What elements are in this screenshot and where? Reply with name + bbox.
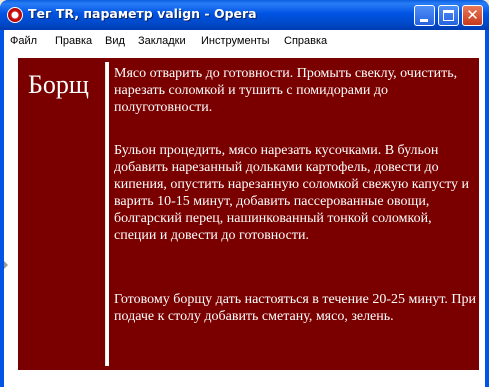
menu-help[interactable]: Справка — [284, 35, 327, 47]
browser-window: Тег TR, параметр valign - Opera ✕ Файл П… — [0, 0, 489, 387]
menu-view[interactable]: Вид — [105, 35, 125, 47]
menu-bookmarks[interactable]: Закладки — [138, 35, 186, 47]
recipe-table: Борщ Мясо отварить до готовности. Промыт… — [18, 58, 479, 370]
maximize-icon — [443, 10, 454, 21]
menu-bar: Файл Правка Вид Закладки Инструменты Спр… — [4, 30, 485, 50]
instruction-paragraph: Мясо отварить до готовности. Промыть све… — [114, 66, 458, 115]
close-icon: ✕ — [466, 6, 479, 24]
minimize-icon — [420, 19, 428, 22]
cell-divider — [106, 62, 109, 366]
minimize-button[interactable] — [414, 5, 435, 26]
opera-icon[interactable] — [7, 7, 23, 23]
close-button[interactable]: ✕ — [462, 5, 483, 26]
menu-edit[interactable]: Правка — [55, 35, 92, 47]
page-content: Борщ Мясо отварить до готовности. Промыт… — [4, 51, 485, 387]
menu-tools[interactable]: Инструменты — [201, 35, 270, 47]
window-title: Тег TR, параметр valign - Opera — [28, 6, 257, 21]
instruction-paragraph: Готовому борщу дать настояться в течение… — [114, 292, 477, 324]
menu-file[interactable]: Файл — [10, 35, 37, 47]
heading-cell: Борщ — [22, 62, 106, 366]
panel-toggle-handle[interactable] — [4, 261, 8, 269]
recipe-heading: Борщ — [28, 70, 89, 99]
title-bar[interactable]: Тег TR, параметр valign - Opera ✕ — [0, 0, 489, 30]
maximize-button[interactable] — [438, 5, 459, 26]
instruction-paragraph: Бульон процедить, мясо нарезать кусочкам… — [114, 143, 470, 243]
